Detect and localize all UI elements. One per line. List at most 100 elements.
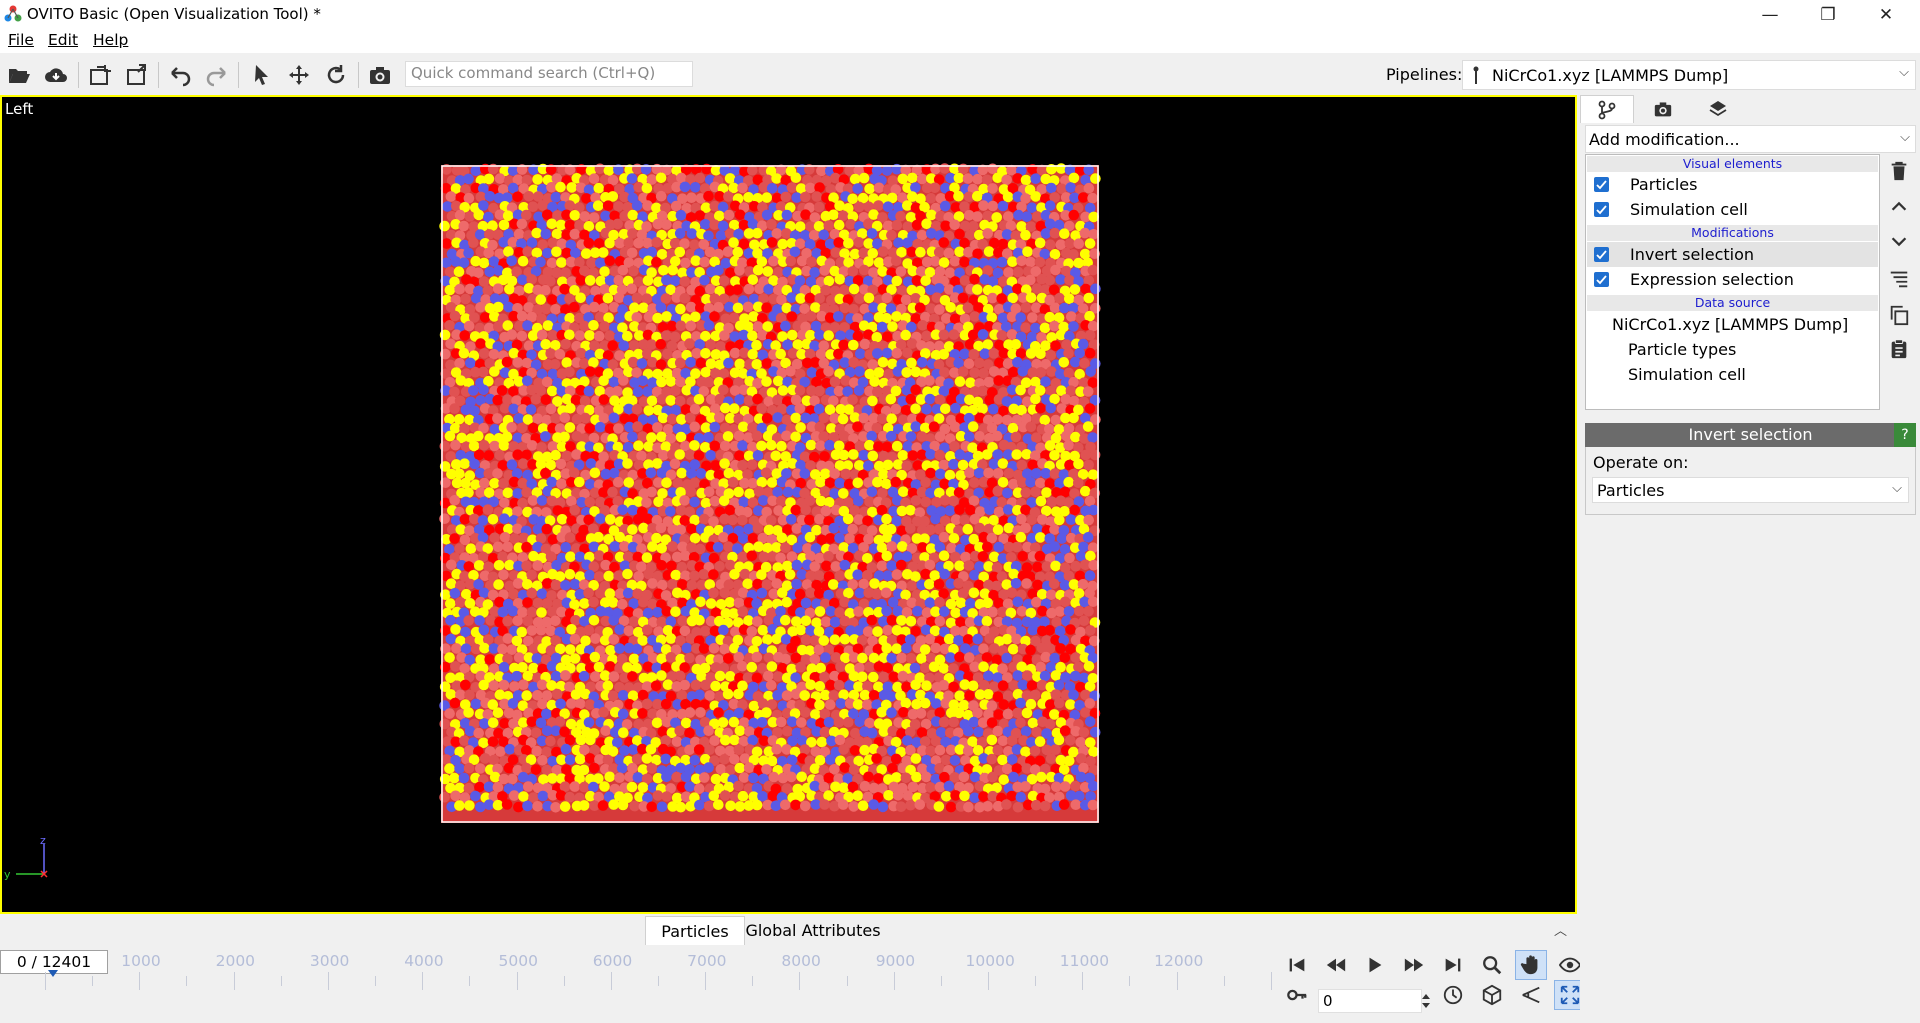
- group-data-source: Data source: [1587, 295, 1878, 311]
- timeline-tick-label: 5000: [498, 952, 538, 970]
- checkbox-checked-icon[interactable]: [1594, 177, 1609, 192]
- export-file-button[interactable]: [84, 60, 116, 90]
- play-button[interactable]: [1359, 950, 1391, 980]
- key-icon: [1287, 989, 1307, 1001]
- list-item-invert-selection[interactable]: Invert selection: [1587, 242, 1878, 267]
- clipboard-button[interactable]: [1882, 333, 1916, 365]
- menu-file[interactable]: File: [8, 31, 34, 49]
- animation-settings-button[interactable]: [1437, 980, 1469, 1010]
- pipeline-branch-icon: [1598, 100, 1616, 119]
- pipelines-label: Pipelines:: [1386, 65, 1463, 84]
- maximize-button[interactable]: ❐: [1800, 0, 1856, 29]
- spinner-arrows-icon[interactable]: [1421, 992, 1431, 1010]
- cube-icon: [1482, 984, 1502, 1006]
- list-item-simulation-cell-visual[interactable]: Simulation cell: [1587, 197, 1878, 222]
- checkbox-checked-icon[interactable]: [1594, 202, 1609, 217]
- selection-mode-button[interactable]: [246, 60, 278, 90]
- cloud-download-icon: [45, 68, 67, 82]
- checkbox-checked-icon[interactable]: [1594, 272, 1609, 287]
- copy-button[interactable]: [1882, 299, 1916, 331]
- close-button[interactable]: ✕: [1858, 0, 1914, 29]
- layers-icon: [1709, 101, 1727, 117]
- time-slider[interactable]: 0 / 12401 1000 2000 3000 4000 5000 6000 7000 80…: [0, 946, 1280, 1023]
- axis-y-label: y: [4, 868, 11, 881]
- move-up-button[interactable]: [1882, 191, 1916, 223]
- timeline-tick-label: 2000: [215, 952, 256, 970]
- operate-on-dropdown[interactable]: Particles ⌵: [1592, 477, 1909, 503]
- rollout-header: Invert selection ?: [1585, 423, 1916, 447]
- previous-frame-button[interactable]: [1320, 950, 1352, 980]
- viewport-caption[interactable]: Left: [5, 100, 33, 118]
- load-remote-button[interactable]: [40, 60, 72, 90]
- main-toolbar: Quick command search (Ctrl+Q) Pipelines:…: [0, 55, 1920, 95]
- skip-end-icon: [1445, 958, 1461, 972]
- pipeline-name: NiCrCo1.xyz [LAMMPS Dump]: [1492, 66, 1729, 85]
- open-file-button[interactable]: [3, 60, 35, 90]
- list-item-simulation-cell[interactable]: Simulation cell: [1587, 362, 1878, 387]
- field-of-view-icon: [1522, 986, 1540, 1004]
- pipeline-selector[interactable]: NiCrCo1.xyz [LAMMPS Dump] ⌵: [1462, 60, 1916, 90]
- folder-open-icon: [9, 69, 30, 83]
- animation-settings-key[interactable]: [1281, 980, 1313, 1010]
- expand-inspector-icon[interactable]: ︿: [1554, 920, 1567, 939]
- viewport-left[interactable]: Left z y: [0, 95, 1577, 914]
- next-frame-button[interactable]: [1398, 950, 1430, 980]
- add-modification-dropdown[interactable]: Add modification... ⌵: [1585, 125, 1916, 153]
- list-item-particle-types[interactable]: Particle types: [1587, 337, 1878, 362]
- last-frame-button[interactable]: [1437, 950, 1469, 980]
- help-button[interactable]: ?: [1894, 423, 1916, 447]
- chevron-up-icon: [1891, 201, 1907, 211]
- list-icon: [1890, 271, 1908, 288]
- tab-overlays[interactable]: [1691, 95, 1745, 123]
- move-down-button[interactable]: [1882, 225, 1916, 257]
- fov-button[interactable]: [1515, 980, 1547, 1010]
- timeline-tick-label: 11000: [1059, 952, 1110, 970]
- save-session-button[interactable]: [121, 60, 153, 90]
- expand-icon: [1560, 985, 1580, 1005]
- delete-modifier-button[interactable]: [1882, 155, 1916, 187]
- list-item-expression-selection[interactable]: Expression selection: [1587, 267, 1878, 292]
- pipeline-editor-list[interactable]: Visual elements Particles Simulation cel…: [1585, 154, 1880, 410]
- menu-help[interactable]: Help: [93, 31, 128, 49]
- tab-global-attributes[interactable]: Global Attributes: [743, 916, 883, 944]
- copy-icon: [1890, 305, 1909, 326]
- first-frame-button[interactable]: [1281, 950, 1313, 980]
- zoom-scene-extents-button[interactable]: [1476, 980, 1508, 1010]
- operate-on-label: Operate on:: [1593, 453, 1689, 472]
- timeline-tick-label: 4000: [404, 952, 444, 970]
- particle-rendering: [439, 163, 1101, 823]
- time-marker-icon: [48, 970, 58, 977]
- chevron-down-icon: ⌵: [1892, 481, 1902, 496]
- redo-button[interactable]: [201, 60, 233, 90]
- list-item-particles-visual[interactable]: Particles: [1587, 172, 1878, 197]
- hand-icon: [1520, 955, 1538, 975]
- pipeline-icon: [1473, 66, 1479, 84]
- list-item-data-source[interactable]: NiCrCo1.xyz [LAMMPS Dump]: [1587, 312, 1878, 337]
- tab-render[interactable]: [1636, 95, 1690, 123]
- current-frame-spinner[interactable]: 0: [1318, 989, 1422, 1013]
- group-modifications: Modifications: [1587, 225, 1878, 241]
- checkbox-checked-icon[interactable]: [1594, 247, 1609, 262]
- modifier-templates-button[interactable]: [1882, 263, 1916, 295]
- redo-icon: [206, 67, 226, 87]
- pan-button[interactable]: [1515, 950, 1547, 980]
- rewind-icon: [1326, 958, 1346, 972]
- timeline-tick-label: 10000: [965, 952, 1015, 970]
- command-panel: Add modification... ⌵ Visual elements Pa…: [1580, 95, 1920, 1023]
- axis-tripod: z y: [4, 834, 48, 881]
- minimize-button[interactable]: —: [1742, 0, 1798, 29]
- save-icon: [127, 64, 146, 85]
- render-button[interactable]: [364, 60, 396, 90]
- group-visual-elements: Visual elements: [1587, 156, 1878, 172]
- play-icon: [1369, 957, 1382, 973]
- timeline-tick-label: 1000: [121, 952, 161, 970]
- zoom-button[interactable]: [1476, 950, 1508, 980]
- tab-particles[interactable]: Particles: [645, 916, 745, 945]
- tab-pipeline[interactable]: [1580, 95, 1634, 123]
- undo-button[interactable]: [164, 60, 196, 90]
- move-mode-button[interactable]: [283, 60, 315, 90]
- timeline-tick-label: 6000: [592, 952, 633, 970]
- quick-command-search[interactable]: Quick command search (Ctrl+Q): [405, 61, 693, 87]
- menu-edit[interactable]: Edit: [48, 31, 78, 49]
- rotate-mode-button[interactable]: [320, 60, 352, 90]
